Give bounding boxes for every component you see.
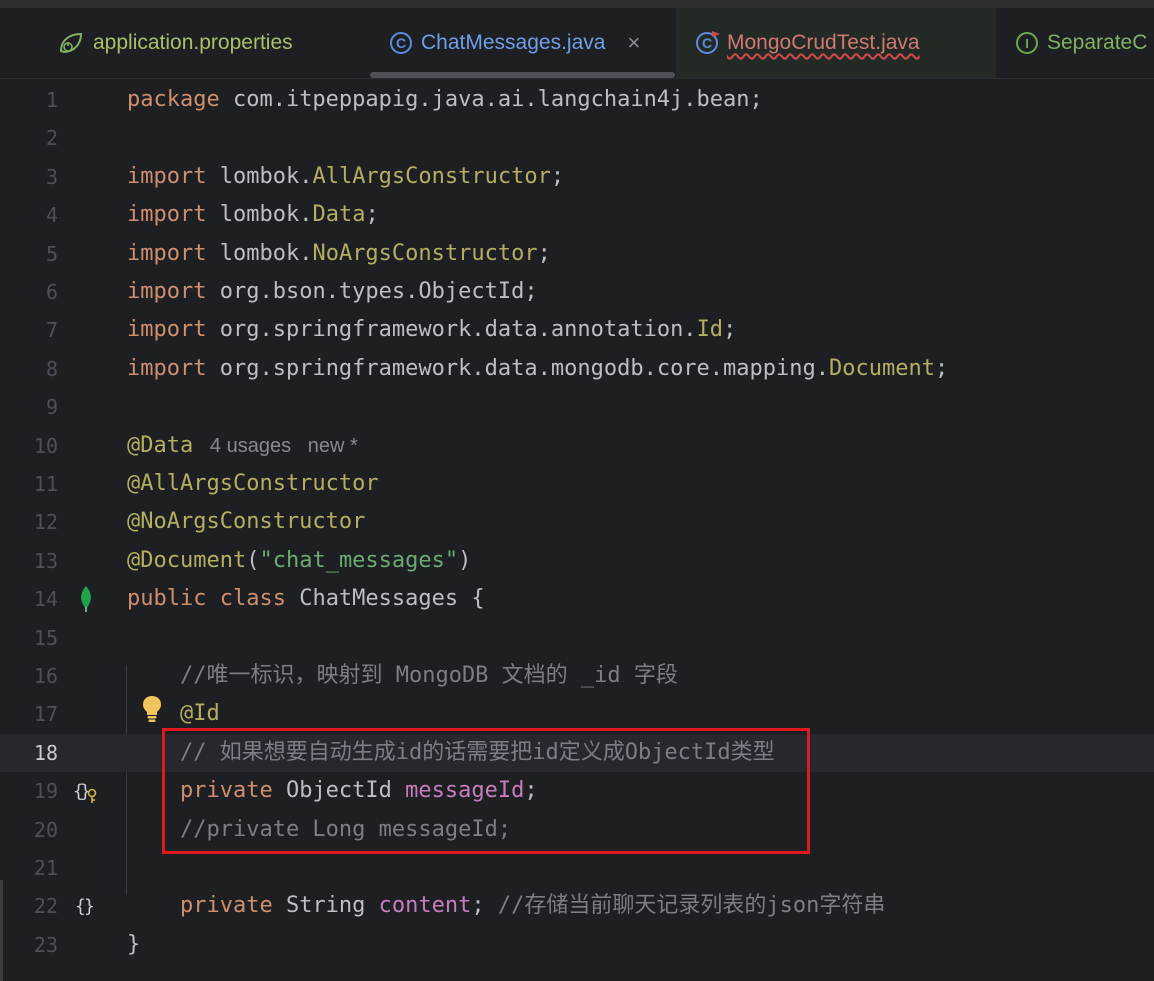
code-text: import lombok.AllArgsConstructor; <box>127 163 565 189</box>
line-number: 9 <box>45 395 58 420</box>
code-line: 11 @AllArgsConstructor <box>0 465 1154 503</box>
code-text: } <box>127 931 141 957</box>
tab-label: ChatMessages.java <box>421 31 606 54</box>
code-line: 8 import org.springframework.data.mongod… <box>0 350 1154 388</box>
line-number: 6 <box>45 280 58 304</box>
tab-label: application.properties <box>93 31 293 54</box>
code-line: 3 import lombok.AllArgsConstructor; <box>0 158 1154 196</box>
code-line: 2 <box>0 119 1154 157</box>
line-number: 16 <box>33 664 58 688</box>
code-line: 4 import lombok.Data; <box>0 196 1154 234</box>
gutter-left-border <box>0 880 3 981</box>
line-number: 23 <box>33 932 58 957</box>
line-number: 19 <box>33 779 58 804</box>
code-text: import lombok.Data; <box>127 202 379 228</box>
line-number: 12 <box>33 510 58 535</box>
code-text: private String content; //存储当前聊天记录列表的jso… <box>179 893 886 919</box>
test-class-icon: C <box>696 31 720 54</box>
line-number: 14 <box>33 587 58 612</box>
code-line: 7 import org.springframework.data.annota… <box>0 311 1154 349</box>
code-comment: //private Long messageId; <box>127 816 512 842</box>
code-line-current: 18 // 如果想要自动生成id的话需要把id定义成ObjectId类型 <box>0 733 1154 773</box>
line-number: 13 <box>33 548 58 573</box>
line-number: 5 <box>45 241 58 266</box>
code-text: import org.springframework.data.mongodb.… <box>127 355 949 381</box>
code-line: 5 import lombok.NoArgsConstructor; <box>0 235 1154 273</box>
svg-text:}: } <box>84 896 95 917</box>
code-line: 12 @NoArgsConstructor <box>0 503 1154 541</box>
code-line: 13 @Document("chat_messages") <box>0 542 1154 580</box>
line-number: 2 <box>45 126 58 151</box>
class-icon: C <box>390 32 412 54</box>
line-number: 22 <box>33 894 58 919</box>
interface-icon: I <box>1016 32 1038 54</box>
code-line: 17 @Id <box>0 695 1154 733</box>
code-line: 21 <box>0 849 1154 887</box>
code-text: public class ChatMessages { <box>127 586 485 612</box>
tab-label: MongoCrudTest.java <box>727 31 920 54</box>
line-number: 15 <box>33 625 58 650</box>
code-line: 20 //private Long messageId; <box>0 811 1154 849</box>
code-line: 6 import org.bson.types.ObjectId; <box>0 273 1154 311</box>
code-text: private ObjectId messageId; <box>179 778 538 804</box>
code-text: @AllArgsConstructor <box>127 471 379 496</box>
lightbulb-icon[interactable] <box>141 695 163 723</box>
author-hint[interactable]: new * <box>308 435 358 457</box>
line-number: 8 <box>45 356 58 381</box>
code-line: 19 { } private ObjectId messageId; <box>0 772 1154 810</box>
braces-icon[interactable]: { } <box>72 887 100 925</box>
line-number: 4 <box>45 203 58 228</box>
tab-label: SeparateC <box>1047 31 1148 54</box>
line-number: 21 <box>33 856 58 880</box>
line-number: 1 <box>45 88 58 112</box>
line-number: 7 <box>45 318 58 343</box>
tab-mongocrudtest-java[interactable]: C MongoCrudTest.java <box>676 8 996 78</box>
code-text: import org.springframework.data.annotati… <box>127 317 737 343</box>
code-text: @Document("chat_messages") <box>127 547 472 573</box>
code-line: 10 @Data 4 usages new * <box>0 427 1154 465</box>
line-number: 3 <box>45 164 58 189</box>
line-number: 17 <box>33 702 58 727</box>
code-text: @NoArgsConstructor <box>127 509 366 535</box>
active-tab-indicator <box>370 72 675 78</box>
code-comment: //唯一标识，映射到 MongoDB 文档的 _id 字段 <box>127 663 678 688</box>
line-number: 10 <box>33 433 58 458</box>
usages-hint[interactable]: 4 usages <box>210 435 291 457</box>
code-line: 14 public class ChatMessages { <box>0 580 1154 618</box>
code-text: import org.bson.types.ObjectId; <box>127 279 538 304</box>
code-comment: // 如果想要自动生成id的话需要把id定义成ObjectId类型 <box>127 739 775 765</box>
close-tab-icon[interactable]: × <box>627 30 640 56</box>
code-text: package com.itpeppapig.java.ai.langchain… <box>127 87 763 112</box>
code-line: 15 <box>0 619 1154 657</box>
tab-chatmessages-java[interactable]: C ChatMessages.java × <box>390 8 640 78</box>
code-line: 1 package com.itpeppapig.java.ai.langcha… <box>0 81 1154 119</box>
spring-leaf-icon <box>58 31 84 55</box>
code-line: 23 } <box>0 926 1154 964</box>
braces-key-icon[interactable]: { } <box>72 772 100 810</box>
editor-tab-bar: application.properties C ChatMessages.ja… <box>0 8 1154 79</box>
code-editor[interactable]: 1 package com.itpeppapig.java.ai.langcha… <box>0 80 1154 981</box>
line-number: 11 <box>33 472 58 496</box>
code-text: import lombok.NoArgsConstructor; <box>127 240 551 266</box>
line-number: 18 <box>33 740 58 765</box>
tab-application-properties[interactable]: application.properties <box>58 8 293 78</box>
code-line: 16 //唯一标识，映射到 MongoDB 文档的 _id 字段 <box>0 657 1154 695</box>
mongodb-leaf-icon[interactable] <box>72 580 100 618</box>
line-number: 20 <box>33 817 58 842</box>
code-line: 9 <box>0 388 1154 426</box>
code-line: 22 { } private String content; //存储当前聊天记… <box>0 887 1154 925</box>
tab-separatec[interactable]: I SeparateC <box>1016 8 1147 78</box>
code-text: @Data 4 usages new * <box>127 432 358 458</box>
window-top-strip <box>0 0 1154 8</box>
